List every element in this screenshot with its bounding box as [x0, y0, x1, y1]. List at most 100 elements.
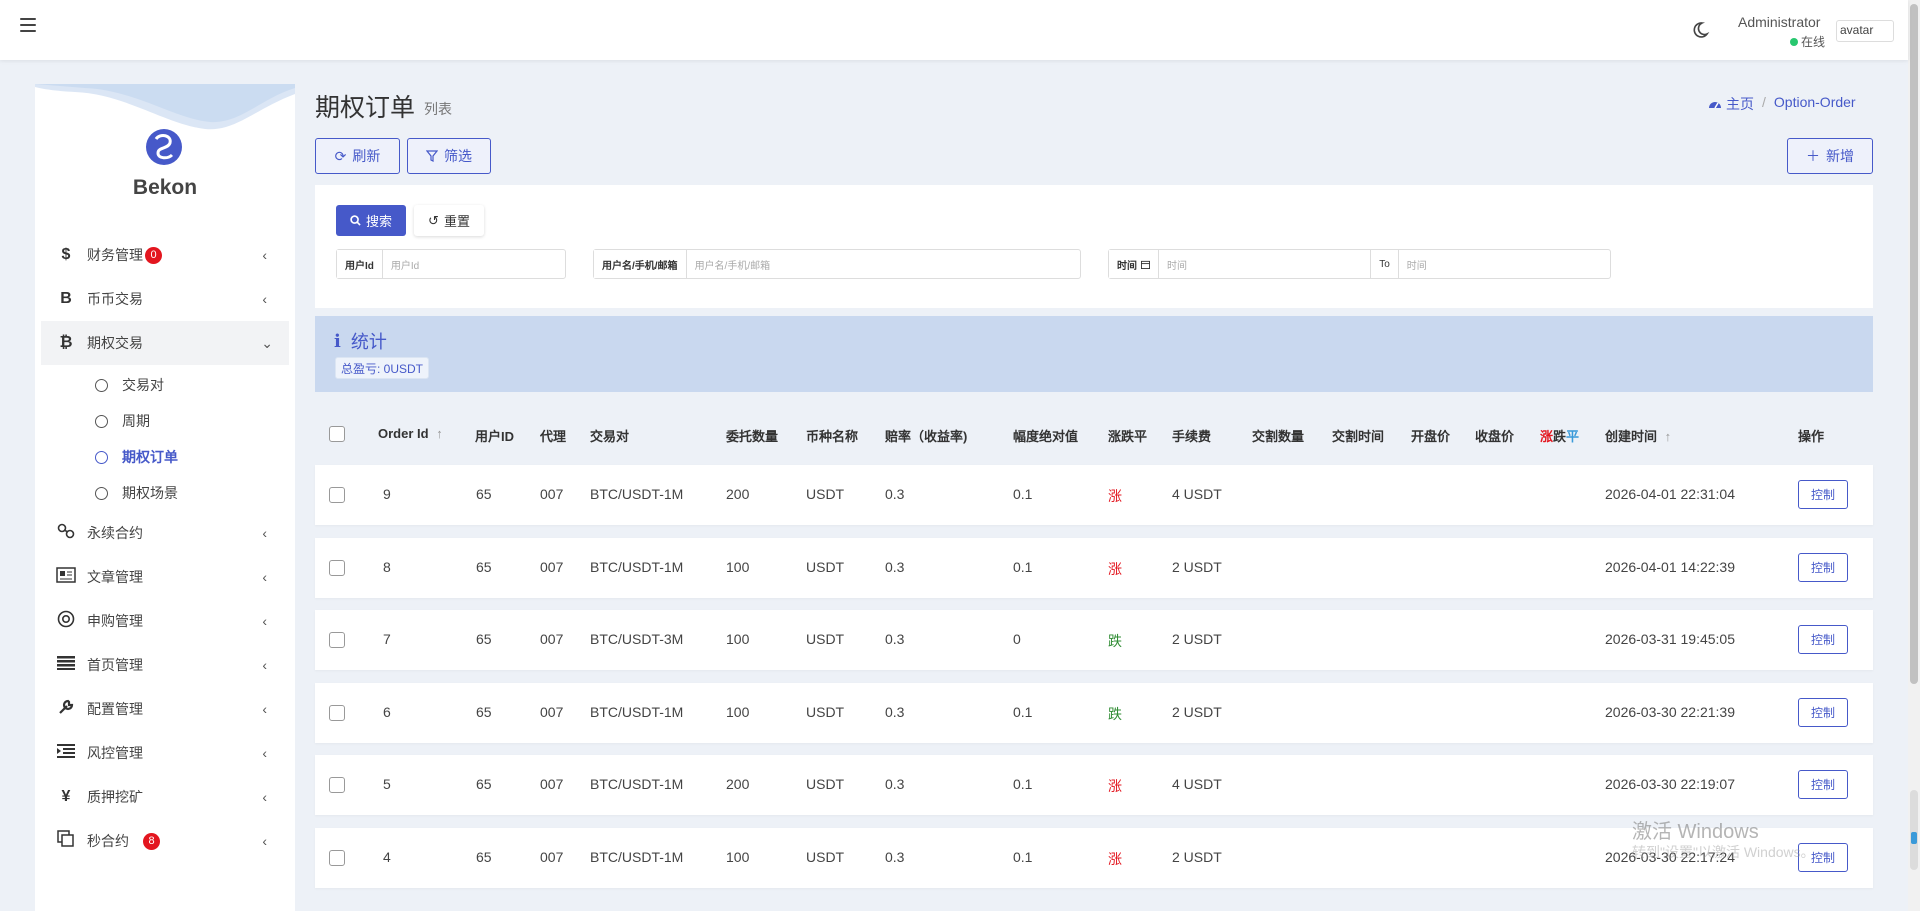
chevron-left-icon: ‹	[262, 525, 267, 541]
sidebar-subitem-trading-pair[interactable]: 交易对	[35, 367, 295, 403]
table-row[interactable]: 6 65 007 BTC/USDT-1M 100 USDT 0.3 0.1 跌 2 USDT 202…	[315, 682, 1873, 743]
chevron-left-icon: ‹	[262, 657, 267, 673]
sidebar-item-label: 币币交易	[87, 291, 143, 307]
sidebar-subitem-option-orders[interactable]: 期权订单	[35, 439, 295, 475]
row-checkbox[interactable]	[329, 849, 345, 866]
control-button[interactable]: 控制	[1798, 480, 1848, 509]
windows-activation-title: 激活 Windows	[1632, 821, 1759, 843]
col-range: 幅度绝对值	[1013, 429, 1079, 444]
cell-direction: 涨	[1108, 488, 1122, 504]
chevron-left-icon: ‹	[262, 833, 267, 849]
scrollbar-thumb[interactable]	[1910, 4, 1918, 684]
control-button[interactable]: 控制	[1798, 770, 1848, 799]
notification-badge: 8	[143, 832, 160, 850]
filter-panel: 搜索 ↺ 重置 用户Id 用户Id 用户名/手机/邮箱 用户名/手机/邮箱 时间…	[315, 185, 1873, 308]
col-direction: 涨跌平	[1108, 426, 1147, 445]
username-label: 用户名/手机/邮箱	[594, 250, 687, 278]
control-button[interactable]: 控制	[1798, 625, 1848, 654]
to-label: To	[1370, 250, 1399, 278]
cell-range: 0.1	[1013, 486, 1033, 502]
search-icon	[350, 215, 361, 226]
col-created-at[interactable]: 创建时间 ↑	[1605, 426, 1671, 445]
sidebar-item-articles[interactable]: 文章管理 ‹	[35, 555, 295, 599]
user-id-input[interactable]: 用户Id	[383, 250, 565, 278]
username-field: 用户名/手机/邮箱 用户名/手机/邮箱	[593, 249, 1081, 279]
notification-badge: 0	[145, 246, 162, 264]
table-row[interactable]: 8 65 007 BTC/USDT-1M 100 USDT 0.3 0.1 涨 2 USDT 202…	[315, 537, 1873, 598]
cell-agent: 007	[540, 848, 564, 865]
dark-mode-icon[interactable]	[1690, 20, 1710, 40]
circle-icon	[95, 414, 108, 428]
row-checkbox[interactable]	[329, 632, 345, 648]
sidebar-item-second-contract[interactable]: 秒合约 8 ‹	[35, 819, 295, 863]
row-checkbox[interactable]	[329, 487, 345, 503]
chevron-left-icon: ‹	[262, 291, 267, 307]
chevron-left-icon: ‹	[262, 789, 267, 805]
col-settle-time: 交割时间	[1332, 429, 1385, 444]
time-from-input[interactable]: 时间	[1159, 250, 1370, 278]
page-subtitle: 列表	[424, 101, 452, 117]
sidebar-item-risk-control[interactable]: 风控管理 ‹	[35, 731, 295, 775]
filter-button[interactable]: 筛选	[407, 138, 491, 174]
plus-icon: ＋	[1806, 148, 1820, 164]
cell-created-at: 2026-03-31 19:45:05	[1605, 631, 1735, 647]
cell-currency: USDT	[806, 703, 845, 720]
cell-rate: 0.3	[885, 558, 905, 575]
page-scrollbar[interactable]	[1908, 0, 1920, 911]
cell-order-id: 7	[383, 631, 391, 647]
wrench-icon	[55, 698, 77, 721]
col-order-id[interactable]: Order Id ↑	[378, 426, 443, 441]
user-name[interactable]: Administrator	[1738, 14, 1820, 30]
control-button[interactable]: 控制	[1798, 697, 1848, 727]
cell-amount: 100	[726, 558, 750, 575]
table-row[interactable]: 9 65 007 BTC/USDT-1M 200 USDT 0.3 0.1 涨 4 USDT 202…	[315, 465, 1873, 525]
sidebar-subitem-option-scenes[interactable]: 期权场景	[35, 475, 295, 511]
sidebar-subitem-label: 交易对	[122, 377, 164, 393]
menu-toggle-icon[interactable]	[20, 18, 36, 32]
cell-order-id: 4	[383, 848, 391, 865]
filter-icon	[426, 150, 438, 162]
row-checkbox[interactable]	[329, 559, 345, 576]
col-rate: 赔率（收益率)	[885, 429, 968, 444]
cell-rate: 0.3	[885, 486, 905, 502]
cell-currency: USDT	[806, 631, 845, 647]
refresh-label: 刷新	[352, 148, 381, 164]
page-title: 期权订单	[315, 94, 416, 122]
sidebar-item-spot-trading[interactable]: B 币币交易 ‹	[35, 277, 295, 321]
add-label: 新增	[1826, 148, 1854, 164]
sidebar-subitem-period[interactable]: 周期	[35, 403, 295, 439]
row-checkbox[interactable]	[329, 704, 345, 721]
breadcrumb-home[interactable]: 主页	[1708, 94, 1754, 114]
sidebar-item-homepage[interactable]: 首页管理 ‹	[35, 643, 295, 687]
row-checkbox[interactable]	[329, 777, 345, 793]
reset-button[interactable]: ↺ 重置	[414, 205, 484, 236]
cell-user-id: 65	[476, 486, 492, 502]
add-button[interactable]: ＋ 新增	[1787, 138, 1873, 174]
refresh-button[interactable]: ⟳ 刷新	[315, 138, 400, 174]
col-direction-down: 跌	[1121, 429, 1135, 444]
username-input[interactable]: 用户名/手机/邮箱	[687, 250, 1080, 278]
sidebar-item-label: 财务管理	[87, 247, 143, 263]
control-button[interactable]: 控制	[1798, 552, 1848, 582]
sidebar-item-label: 风控管理	[87, 745, 143, 761]
cell-currency: USDT	[806, 776, 845, 792]
cell-direction: 跌	[1108, 705, 1122, 722]
time-label: 时间	[1109, 250, 1159, 278]
search-button[interactable]: 搜索	[336, 205, 406, 236]
sidebar-item-staking[interactable]: ¥ 质押挖矿 ‹	[35, 775, 295, 819]
cell-pair: BTC/USDT-3M	[590, 631, 684, 647]
refresh-icon: ⟳	[334, 147, 347, 164]
select-all-checkbox[interactable]	[329, 426, 345, 442]
sidebar-item-finance[interactable]: $ 财务管理 0 ‹	[35, 233, 295, 277]
table-row[interactable]: 5 65 007 BTC/USDT-1M 200 USDT 0.3 0.1 涨 4 USDT 202…	[315, 755, 1873, 815]
sidebar-item-perpetual[interactable]: 永续合约 ‹	[35, 511, 295, 555]
cell-order-id: 9	[383, 486, 391, 502]
table-row[interactable]: 7 65 007 BTC/USDT-3M 100 USDT 0.3 0 跌 2 USDT 2026-…	[315, 610, 1873, 670]
avatar[interactable]: avatar	[1836, 20, 1894, 42]
time-to-input[interactable]: 时间	[1399, 250, 1610, 278]
indent-icon	[55, 743, 77, 763]
sidebar-item-options-trading[interactable]: ₿ 期权交易 ⌄	[41, 321, 289, 365]
sidebar-item-subscription[interactable]: 申购管理 ‹	[35, 599, 295, 643]
col-result-up: 涨	[1540, 429, 1554, 444]
sidebar-item-config[interactable]: 配置管理 ‹	[35, 687, 295, 731]
